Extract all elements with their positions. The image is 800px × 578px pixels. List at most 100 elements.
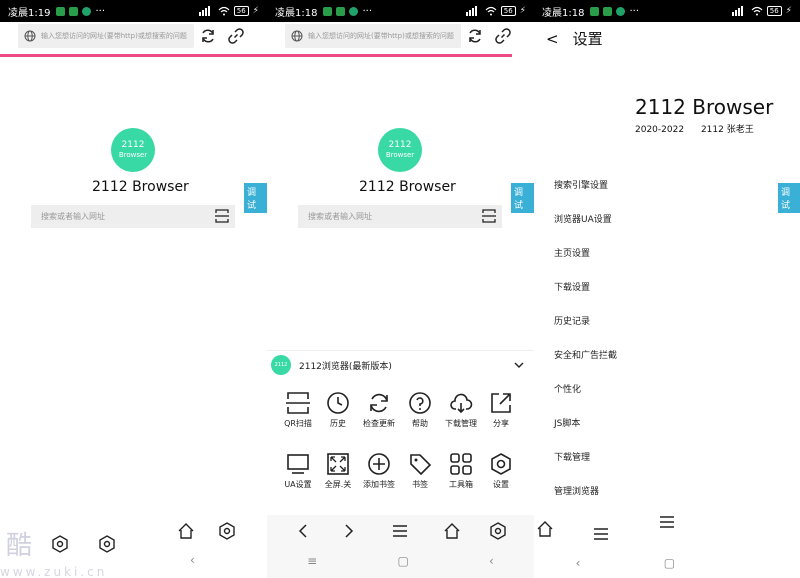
menu-item-label: 添加书签 bbox=[363, 480, 395, 489]
home-icon[interactable] bbox=[177, 522, 195, 540]
settings-item-download[interactable]: 下载设置 bbox=[554, 280, 590, 293]
status-app-icons: ··· bbox=[56, 6, 105, 17]
debug-button[interactable]: 调试 bbox=[244, 183, 267, 213]
menu-item-toolbox[interactable]: 工具箱 bbox=[441, 452, 481, 490]
link-icon[interactable] bbox=[494, 27, 512, 45]
scan-icon[interactable] bbox=[482, 209, 496, 223]
link-icon[interactable] bbox=[227, 27, 245, 45]
system-home-button[interactable]: ▢ bbox=[664, 556, 675, 570]
settings-header: < 设置 bbox=[546, 28, 603, 49]
logo-line1: 2112 bbox=[388, 140, 412, 150]
menu-item-label: UA设置 bbox=[284, 480, 312, 489]
settings-item-js-script[interactable]: JS脚本 bbox=[554, 416, 580, 429]
about-author: 2112 张老王 bbox=[700, 125, 754, 135]
menu-item-qr-scan[interactable]: QR扫描 bbox=[278, 391, 318, 429]
menu-item-fullscreen[interactable]: 全屏.关 bbox=[318, 452, 358, 490]
share-icon bbox=[491, 393, 511, 413]
status-time: 凌晨1:18 bbox=[542, 7, 585, 19]
url-placeholder: 输入您想访问的网址(要带http)或想搜索的问题 bbox=[308, 32, 454, 40]
logo-line2: Browser bbox=[118, 151, 148, 159]
menu-item-ua-settings[interactable]: UA设置 bbox=[278, 452, 318, 490]
about-meta: 2020-2022 2112 张老王 bbox=[635, 122, 768, 135]
settings-item-history[interactable]: 历史记录 bbox=[554, 314, 590, 327]
status-app-icons: ··· bbox=[323, 6, 372, 17]
system-back-button[interactable]: ‹ bbox=[489, 554, 494, 568]
more-dots-icon: ··· bbox=[362, 5, 373, 17]
forward-icon[interactable] bbox=[339, 522, 357, 540]
status-time: 凌晨1:18 bbox=[275, 7, 318, 19]
system-menu-button[interactable]: ≡ bbox=[307, 554, 317, 568]
back-icon[interactable] bbox=[295, 522, 313, 540]
menu-item-share[interactable]: 分享 bbox=[481, 391, 521, 429]
system-back-button[interactable]: ‹ bbox=[576, 556, 581, 570]
search-input[interactable]: 搜索或者输入网址 bbox=[298, 205, 502, 228]
system-back-button[interactable]: ‹ bbox=[190, 553, 195, 567]
menu-item-label: QR扫描 bbox=[284, 419, 312, 428]
home-icon[interactable] bbox=[536, 520, 554, 538]
refresh-icon[interactable] bbox=[466, 27, 484, 45]
hexagon-settings-icon bbox=[491, 453, 511, 475]
settings-item-homepage[interactable]: 主页设置 bbox=[554, 246, 590, 259]
menu-item-label: 书签 bbox=[412, 480, 428, 489]
status-right: 56 ⚡ bbox=[198, 6, 259, 16]
back-button[interactable]: < bbox=[546, 30, 559, 48]
menu-item-label: 分享 bbox=[493, 419, 509, 428]
hexagon-settings-icon[interactable] bbox=[98, 535, 116, 553]
hexagon-settings-icon[interactable] bbox=[51, 535, 69, 553]
menu-item-check-update[interactable]: 检查更新 bbox=[359, 391, 399, 429]
app-notify-icon bbox=[336, 6, 346, 16]
search-input[interactable]: 搜索或者输入网址 bbox=[31, 205, 235, 228]
menu-icon[interactable] bbox=[391, 522, 409, 540]
system-home-button[interactable]: ▢ bbox=[397, 554, 408, 568]
settings-item-ua[interactable]: 浏览器UA设置 bbox=[554, 212, 612, 225]
hexagon-settings-icon[interactable] bbox=[218, 522, 236, 540]
monitor-icon bbox=[287, 454, 309, 474]
battery-level: 56 bbox=[500, 6, 516, 16]
charging-icon: ⚡ bbox=[519, 6, 526, 16]
battery-level: 56 bbox=[233, 6, 249, 16]
screen-settings: 凌晨1:18 ··· 56 ⚡ < 设置 2112 Browser 2020-2… bbox=[534, 0, 800, 578]
status-bar: 凌晨1:19 ··· 56 ⚡ bbox=[0, 0, 267, 22]
url-input[interactable]: 输入您想访问的网址(要带http)或想搜索的问题 bbox=[285, 24, 461, 48]
more-dots-icon: ··· bbox=[629, 5, 640, 17]
menu-item-history[interactable]: 历史 bbox=[318, 391, 358, 429]
app-logo: 2112 Browser bbox=[378, 128, 422, 172]
menu-title: 2112浏览器(最新版本) bbox=[299, 361, 392, 372]
menu-item-label: 工具箱 bbox=[449, 480, 473, 489]
brand-title: 2112 Browser bbox=[359, 179, 456, 195]
screen-home-1: 凌晨1:19 ··· 56 ⚡ 输入您想访问的网址(要带http)或想搜索的问题… bbox=[0, 0, 267, 578]
logo-line2: Browser bbox=[385, 151, 415, 159]
debug-button[interactable]: 调试 bbox=[511, 183, 534, 213]
menu-icon[interactable] bbox=[592, 525, 610, 543]
debug-button[interactable]: 调试 bbox=[778, 183, 800, 213]
settings-item-manage-browser[interactable]: 管理浏览器 bbox=[554, 484, 599, 497]
settings-item-personalize[interactable]: 个性化 bbox=[554, 382, 581, 395]
watermark-char: 酷 bbox=[6, 531, 33, 561]
url-input[interactable]: 输入您想访问的网址(要带http)或想搜索的问题 bbox=[18, 24, 194, 48]
menu-item-help[interactable]: 帮助 bbox=[400, 391, 440, 429]
globe-icon bbox=[24, 30, 36, 42]
menu-icon[interactable] bbox=[658, 513, 676, 531]
menu-item-download-manager[interactable]: 下载管理 bbox=[441, 391, 481, 429]
page-title: 设置 bbox=[572, 30, 603, 48]
settings-item-search-engine[interactable]: 搜索引擎设置 bbox=[554, 178, 608, 191]
wifi-icon bbox=[218, 6, 230, 16]
scan-icon bbox=[286, 392, 310, 414]
home-icon[interactable] bbox=[443, 522, 461, 540]
refresh-icon[interactable] bbox=[199, 27, 217, 45]
menu-item-settings[interactable]: 设置 bbox=[481, 452, 521, 490]
menu-item-bookmarks[interactable]: 书签 bbox=[400, 452, 440, 490]
hexagon-settings-icon[interactable] bbox=[489, 522, 507, 540]
chevron-down-icon[interactable] bbox=[514, 361, 524, 369]
wifi-icon bbox=[485, 6, 497, 16]
shield-icon bbox=[82, 6, 92, 16]
status-time: 凌晨1:19 bbox=[8, 7, 51, 19]
settings-item-security-adblock[interactable]: 安全和广告拦截 bbox=[554, 348, 617, 361]
menu-item-add-bookmark[interactable]: 添加书签 bbox=[359, 452, 399, 490]
scan-icon[interactable] bbox=[215, 209, 229, 223]
page-load-progress bbox=[0, 54, 267, 57]
status-bar: 凌晨1:18 ··· 56 ⚡ bbox=[534, 0, 800, 22]
settings-item-download-manager[interactable]: 下载管理 bbox=[554, 450, 590, 463]
app-notify-icon bbox=[69, 6, 79, 16]
help-icon bbox=[409, 392, 431, 414]
